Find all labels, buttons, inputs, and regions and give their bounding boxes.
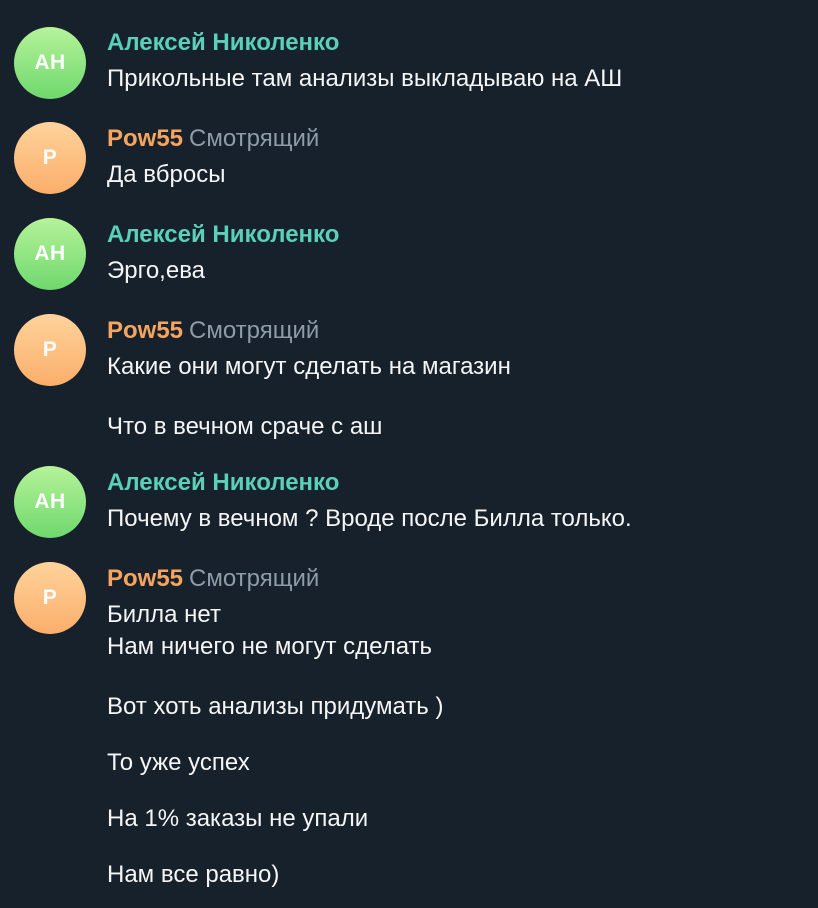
message-header: Алексей Николенко [107, 29, 339, 57]
message-text: Нам все равно) [107, 861, 280, 888]
member-role-badge: Смотрящий [189, 125, 320, 152]
avatar[interactable]: АН [14, 218, 86, 290]
avatar[interactable]: P [14, 122, 86, 194]
avatar[interactable]: P [14, 562, 86, 634]
sender-name[interactable]: Pow55 [107, 565, 183, 592]
message-text: На 1% заказы не упали [107, 805, 369, 832]
message-text: Да вбросы [107, 161, 226, 188]
message-text: Прикольные там анализы выкладываю на АШ [107, 65, 623, 92]
chat-history[interactable]: АН Алексей Николенко Прикольные там анал… [0, 0, 818, 908]
member-role-badge: Смотрящий [189, 565, 320, 592]
message-header: Pow55 Смотрящий [107, 565, 319, 593]
member-role-badge: Смотрящий [189, 317, 320, 344]
avatar[interactable]: АН [14, 466, 86, 538]
sender-name[interactable]: Алексей Николенко [107, 469, 339, 496]
message-text: Что в вечном сраче с аш [107, 413, 383, 440]
avatar[interactable]: АН [14, 27, 86, 99]
message-header: Алексей Николенко [107, 469, 339, 497]
message-text: Эрго,ева [107, 257, 206, 284]
avatar[interactable]: P [14, 314, 86, 386]
message-text: Почему в вечном ? Вроде после Билла толь… [107, 505, 632, 532]
message-header: Алексей Николенко [107, 221, 339, 249]
message-text: Билла нет [107, 601, 221, 628]
message-header: Pow55 Смотрящий [107, 125, 319, 153]
previous-message-fragment [430, 0, 640, 2]
message-text: То уже успех [107, 749, 250, 776]
sender-name[interactable]: Pow55 [107, 125, 183, 152]
message-text: Нам ничего не могут сделать [107, 633, 433, 660]
sender-name[interactable]: Алексей Николенко [107, 221, 339, 248]
sender-name[interactable]: Pow55 [107, 317, 183, 344]
message-text: Какие они могут сделать на магазин [107, 353, 511, 380]
message-text: Вот хоть анализы придумать ) [107, 693, 444, 720]
sender-name[interactable]: Алексей Николенко [107, 29, 339, 56]
message-header: Pow55 Смотрящий [107, 317, 319, 345]
